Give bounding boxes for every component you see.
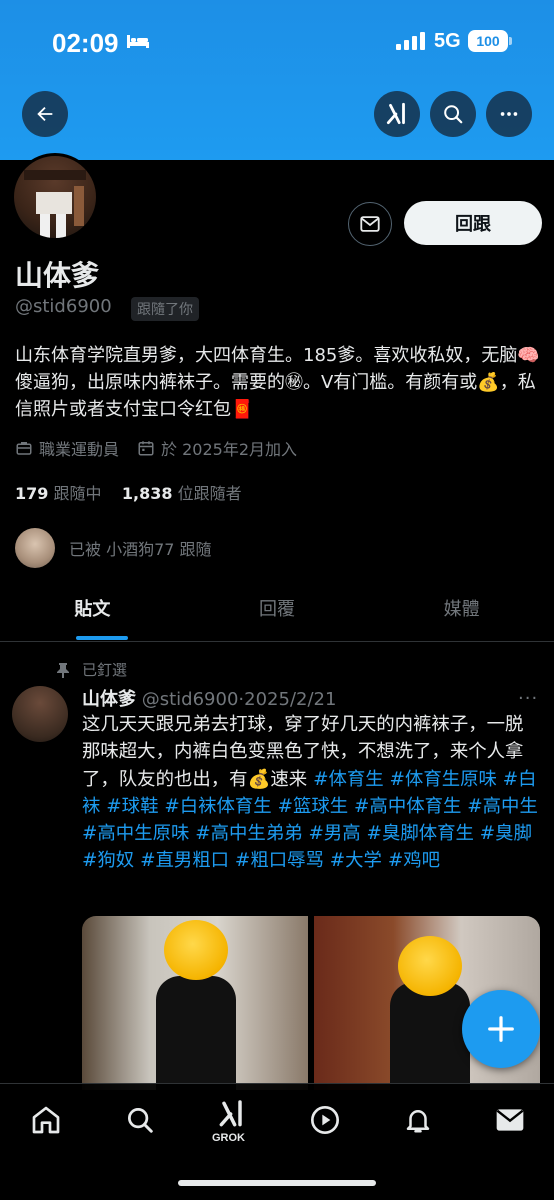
- hashtag-link[interactable]: #高中生: [467, 796, 538, 817]
- photo-figure: [156, 976, 236, 1090]
- hashtag-link[interactable]: #白袜体育生: [164, 796, 271, 817]
- signal-icon: [396, 32, 425, 50]
- hashtag-link[interactable]: #大学: [330, 850, 382, 871]
- hashtag-link[interactable]: #高中生弟弟: [195, 823, 302, 844]
- nav-grok[interactable]: [212, 1094, 252, 1134]
- calendar-icon: [138, 441, 154, 456]
- follows-you-badge: 跟隨了你: [131, 297, 199, 321]
- bell-icon: [406, 1110, 430, 1133]
- status-bar: 02:09 5G 100: [0, 0, 554, 86]
- tab-posts[interactable]: 貼文: [0, 580, 185, 641]
- nav-search[interactable]: [120, 1100, 160, 1140]
- post-media-1[interactable]: [82, 916, 308, 1090]
- heart-eyes-emoji-icon: [164, 920, 228, 980]
- message-button[interactable]: [348, 202, 392, 246]
- post-header: 山体爹 @stid6900·2025/2/21: [82, 685, 336, 711]
- followers-link[interactable]: 1,838 位跟隨者: [122, 484, 242, 503]
- more-horizontal-icon: [500, 112, 518, 116]
- followed-by-text: 已被 小酒狗77 跟隨: [69, 540, 212, 559]
- profile-tabs: 貼文 回覆 媒體: [0, 580, 554, 642]
- tab-media[interactable]: 媒體: [369, 580, 554, 641]
- profile-meta: 職業運動員 於 2025年2月加入: [15, 436, 297, 460]
- post-text: 这几天天跟兄弟去打球，穿了好几天的内裤袜子，一脱那味超大，内裤白色变黑色了快，不…: [82, 711, 540, 875]
- follow-stats: 179 跟隨中 1,838 位跟隨者: [15, 480, 242, 504]
- network-label: 5G: [434, 30, 461, 52]
- battery-icon: 100: [468, 30, 508, 52]
- grok-label: GROK: [212, 1132, 245, 1144]
- hashtag-link[interactable]: #高中体育生: [354, 796, 461, 817]
- nav-home[interactable]: [26, 1100, 66, 1140]
- battery-tip: [509, 37, 512, 45]
- search-button[interactable]: [430, 91, 476, 137]
- post-author-handle[interactable]: @stid6900: [142, 689, 239, 710]
- nav-messages[interactable]: [490, 1100, 530, 1140]
- hashtag-link[interactable]: #狗奴: [82, 850, 134, 871]
- pinned-indicator: 已釘選: [56, 659, 127, 680]
- grok-icon: [219, 1100, 242, 1127]
- following-count: 179: [15, 484, 49, 503]
- nav-video[interactable]: [305, 1100, 345, 1140]
- hashtag-link[interactable]: #体育生: [313, 769, 384, 790]
- followers-label: 位跟隨者: [177, 484, 242, 503]
- post-author-name[interactable]: 山体爹: [82, 689, 136, 710]
- compose-button[interactable]: [462, 990, 540, 1068]
- play-icon: [311, 1106, 339, 1134]
- grok-button[interactable]: [374, 91, 420, 137]
- sleep-focus-icon: [127, 35, 149, 48]
- photo-figure: [390, 982, 470, 1090]
- grok-icon: [386, 102, 405, 125]
- briefcase-icon: [16, 442, 32, 455]
- heart-eyes-emoji-icon: [398, 936, 462, 996]
- hashtag-link[interactable]: #臭脚: [480, 823, 532, 844]
- arrow-left-icon: [37, 106, 53, 122]
- hashtag-link[interactable]: #直男粗口: [140, 850, 229, 871]
- hashtag-link[interactable]: #体育生原味: [390, 769, 497, 790]
- home-indicator: [178, 1180, 376, 1186]
- profile-handle: @stid6900: [15, 296, 112, 317]
- avatar-photo: [24, 170, 86, 238]
- back-button[interactable]: [22, 91, 68, 137]
- hashtag-link[interactable]: #男高: [308, 823, 360, 844]
- search-icon: [444, 105, 463, 124]
- plus-icon: [488, 1016, 514, 1042]
- hashtag-link[interactable]: #篮球生: [278, 796, 349, 817]
- mail-icon: [496, 1109, 524, 1131]
- hashtag-link[interactable]: #粗口辱骂: [235, 850, 324, 871]
- tab-replies[interactable]: 回覆: [185, 580, 370, 641]
- envelope-icon: [360, 216, 380, 232]
- profile-avatar[interactable]: [11, 153, 99, 241]
- nav-notifications[interactable]: [398, 1100, 438, 1140]
- following-link[interactable]: 179 跟隨中: [15, 484, 102, 503]
- active-tab-indicator: [76, 636, 128, 640]
- status-time: 02:09: [52, 28, 119, 58]
- more-button[interactable]: [486, 91, 532, 137]
- hashtag-link[interactable]: #鸡吧: [388, 850, 440, 871]
- post-more-button[interactable]: ···: [518, 688, 538, 709]
- followed-by-row[interactable]: 已被 小酒狗77 跟隨: [15, 528, 212, 568]
- pinned-label: 已釘選: [82, 661, 128, 679]
- follow-back-button[interactable]: 回跟: [404, 201, 542, 245]
- following-label: 跟隨中: [53, 484, 102, 503]
- post-date[interactable]: 2025/2/21: [244, 689, 336, 710]
- joined-date: 於 2025年2月加入: [161, 440, 298, 459]
- profile-bio: 山东体育学院直男爹，大四体育生。185爹。喜欢收私奴，无脑🧠傻逼狗，出原味内裤袜…: [15, 345, 540, 420]
- home-icon: [32, 1106, 60, 1134]
- profile-display-name: 山体爹: [15, 259, 100, 292]
- pin-icon: [57, 662, 69, 678]
- profession-label: 職業運動員: [39, 440, 120, 459]
- post-author-avatar[interactable]: [12, 686, 68, 742]
- followers-count: 1,838: [121, 484, 173, 503]
- hashtag-link[interactable]: #高中生原味: [82, 823, 189, 844]
- follower-avatar: [15, 528, 55, 568]
- search-icon: [128, 1108, 153, 1133]
- hashtag-link[interactable]: #臭脚体育生: [367, 823, 474, 844]
- hashtag-link[interactable]: #球鞋: [106, 796, 158, 817]
